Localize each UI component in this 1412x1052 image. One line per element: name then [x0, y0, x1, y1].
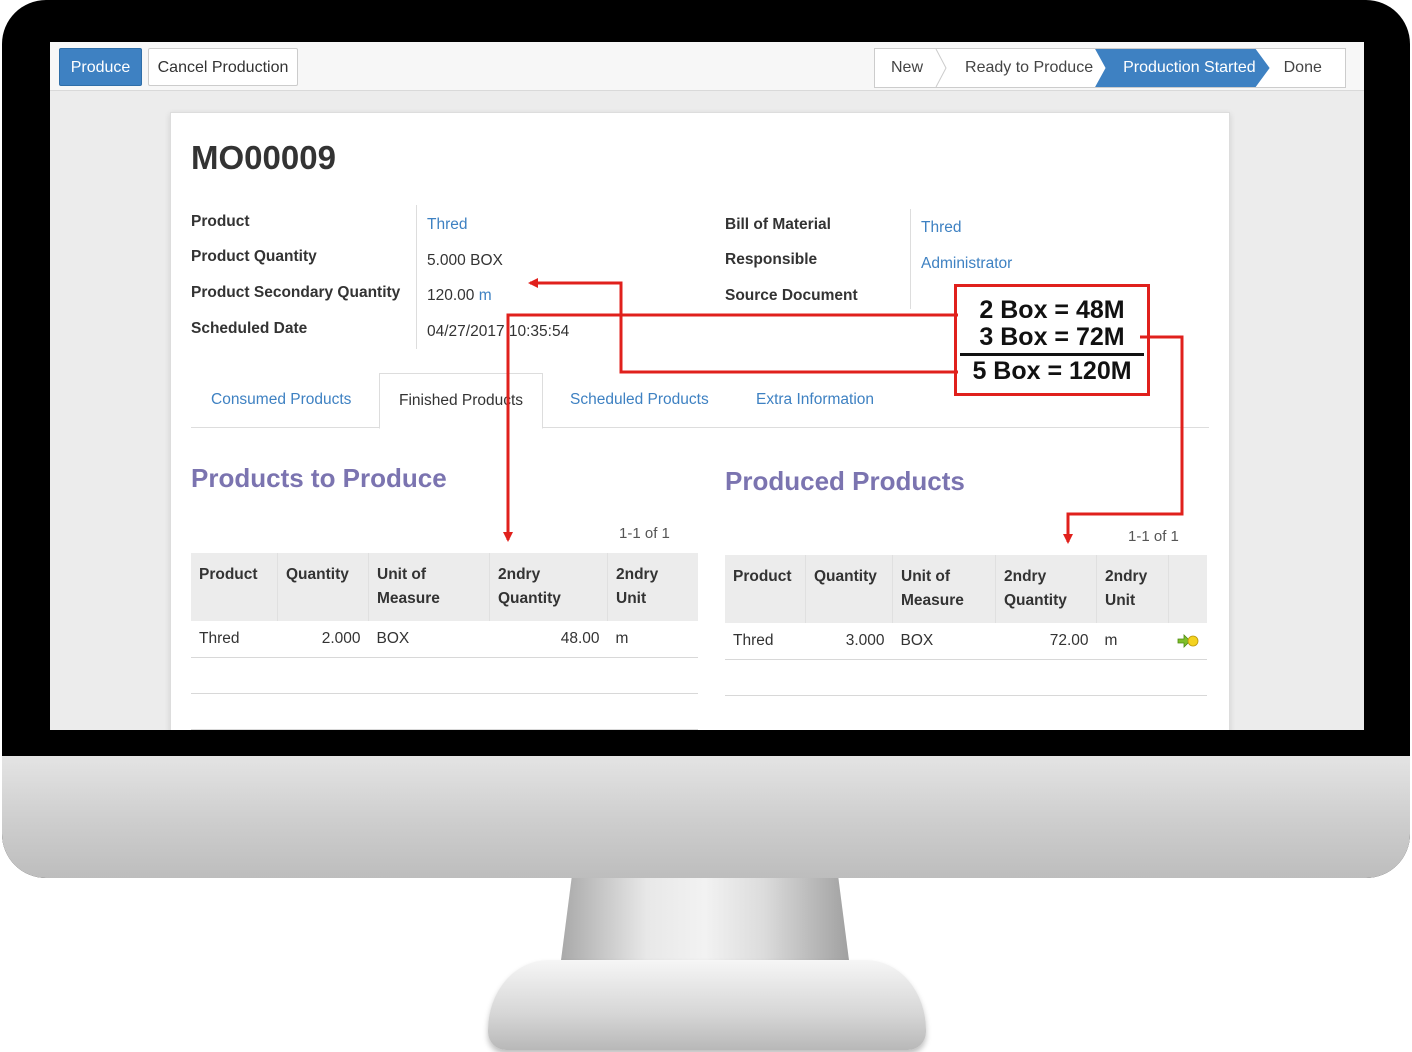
- section-title-produced-products: Produced Products: [725, 466, 965, 496]
- responsible-link[interactable]: Administrator: [921, 255, 1012, 273]
- column-header-2ndry-quantity[interactable]: 2ndry Quantity: [995, 555, 1097, 623]
- field-label-scheduled-date: Scheduled Date: [191, 320, 308, 337]
- field-divider-right: [910, 209, 911, 309]
- screen: Produce Cancel Production New Ready to P…: [50, 42, 1364, 730]
- cell-uom: BOX: [892, 623, 996, 660]
- cell-uom: BOX: [368, 621, 490, 658]
- pager-products-to-produce[interactable]: 1-1 of 1: [619, 525, 670, 542]
- cell-2ndry-unit: m: [1096, 623, 1169, 660]
- bill-of-material-link[interactable]: Thred: [921, 219, 962, 237]
- cell-product: Thred: [725, 623, 806, 660]
- column-header-uom[interactable]: Unit of Measure: [892, 555, 996, 623]
- tab-scheduled-products[interactable]: Scheduled Products: [570, 373, 709, 427]
- status-bar: New Ready to Produce Production Started …: [874, 48, 1346, 88]
- cell-2ndry-quantity: 72.00: [995, 623, 1097, 660]
- annotation-total: 5 Box = 120M: [972, 357, 1132, 385]
- cell-2ndry-unit: m: [607, 621, 698, 658]
- cell-quantity: 2.000: [277, 621, 369, 658]
- annotation-sum-rule: [960, 353, 1144, 356]
- pager-produced-products[interactable]: 1-1 of 1: [1128, 528, 1179, 545]
- column-header-quantity[interactable]: Quantity: [805, 555, 893, 623]
- form-sheet: MO00009 Product Product Quantity Product…: [170, 112, 1230, 730]
- table-row[interactable]: Thred 3.000 BOX 72.00 m: [725, 623, 1207, 660]
- table-header-row: Product Quantity Unit of Measure 2ndry Q…: [725, 555, 1207, 623]
- monitor-stand-base: [488, 960, 926, 1050]
- move-product-icon[interactable]: [1177, 633, 1199, 649]
- product-quantity-value: 5.000 BOX: [427, 252, 503, 269]
- state-production-started[interactable]: Production Started: [1095, 49, 1270, 87]
- cell-action: [1168, 623, 1207, 660]
- annotation-line-1: 2 Box = 48M: [979, 296, 1125, 324]
- field-label-product: Product: [191, 213, 250, 230]
- column-header-quantity[interactable]: Quantity: [277, 553, 369, 621]
- tab-extra-information[interactable]: Extra Information: [756, 373, 874, 427]
- column-header-2ndry-unit[interactable]: 2ndry Unit: [607, 553, 698, 621]
- column-header-2ndry-unit[interactable]: 2ndry Unit: [1096, 555, 1169, 623]
- table-products-to-produce: Product Quantity Unit of Measure 2ndry Q…: [191, 553, 698, 730]
- annotation-line-2: 3 Box = 72M: [979, 323, 1125, 351]
- tab-consumed-products[interactable]: Consumed Products: [211, 373, 351, 427]
- table-row[interactable]: Thred 2.000 BOX 48.00 m: [191, 621, 698, 658]
- control-bar: Produce Cancel Production New Ready to P…: [50, 42, 1364, 91]
- field-divider: [416, 205, 417, 349]
- monitor-chin: [2, 756, 1410, 878]
- column-header-product[interactable]: Product: [725, 555, 806, 623]
- section-title-products-to-produce: Products to Produce: [191, 463, 447, 493]
- monitor-stand: [560, 878, 850, 968]
- record-title: MO00009: [191, 139, 336, 176]
- secondary-unit-link[interactable]: m: [479, 287, 492, 304]
- secondary-quantity-value: 120.00 m: [427, 287, 492, 304]
- state-new[interactable]: New: [875, 49, 941, 87]
- table-empty-row: [191, 693, 698, 730]
- table-header-row: Product Quantity Unit of Measure 2ndry Q…: [191, 553, 698, 621]
- cell-quantity: 3.000: [805, 623, 893, 660]
- product-link[interactable]: Thred: [427, 216, 468, 234]
- column-header-2ndry-quantity[interactable]: 2ndry Quantity: [489, 553, 608, 621]
- tab-finished-products[interactable]: Finished Products: [379, 373, 544, 429]
- table-empty-row: [191, 657, 698, 694]
- state-done[interactable]: Done: [1270, 49, 1338, 87]
- column-header-action: [1168, 555, 1207, 623]
- field-label-product-quantity: Product Quantity: [191, 248, 317, 265]
- field-label-source-document: Source Document: [725, 287, 858, 304]
- table-produced-products: Product Quantity Unit of Measure 2ndry Q…: [725, 555, 1207, 730]
- cell-product: Thred: [191, 621, 278, 658]
- table-empty-row: [725, 659, 1207, 696]
- cell-2ndry-quantity: 48.00: [489, 621, 608, 658]
- state-ready-to-produce[interactable]: Ready to Produce: [947, 49, 1105, 87]
- field-label-secondary-quantity: Product Secondary Quantity: [191, 284, 401, 301]
- table-empty-row: [725, 695, 1207, 730]
- column-header-uom[interactable]: Unit of Measure: [368, 553, 490, 621]
- annotation-box: 2 Box = 48M 3 Box = 72M 5 Box = 120M: [954, 284, 1150, 396]
- cancel-production-button[interactable]: Cancel Production: [148, 48, 298, 86]
- produce-button[interactable]: Produce: [59, 48, 142, 86]
- column-header-product[interactable]: Product: [191, 553, 278, 621]
- scheduled-date-value: 04/27/2017 10:35:54: [427, 323, 570, 340]
- field-label-responsible: Responsible: [725, 251, 818, 268]
- field-label-bill-of-material: Bill of Material: [725, 216, 831, 233]
